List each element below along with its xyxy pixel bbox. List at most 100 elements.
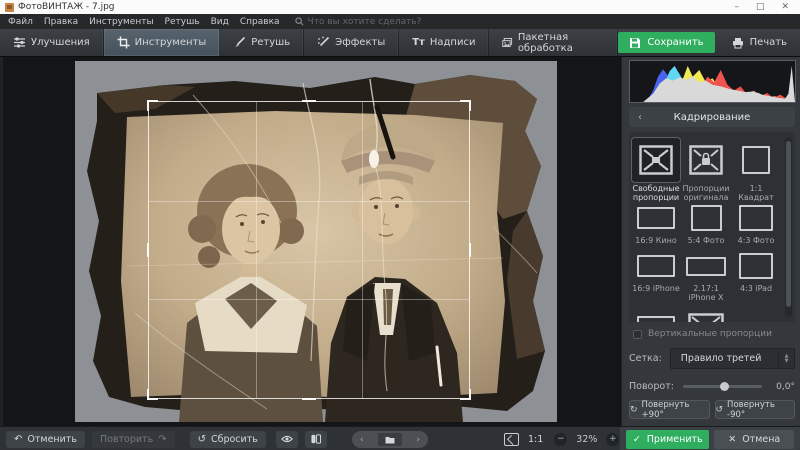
rotate-ccw-label: Повернуть -90° (727, 400, 794, 420)
crop-handle-top[interactable] (302, 100, 316, 102)
redo-icon: ↷ (158, 434, 166, 445)
prev-photo-button[interactable]: ‹ (360, 435, 364, 445)
reset-button[interactable]: ↺ Сбросить (190, 431, 266, 448)
crop-handle-bottom-right[interactable] (460, 389, 471, 400)
crop-handle-top-left[interactable] (147, 100, 158, 111)
undo-icon: ↶ (14, 434, 22, 445)
zoom-controls: 1:1 − 32% + (504, 431, 619, 448)
zoom-level: 32% (576, 434, 597, 445)
grid-type-value: Правило третей (671, 353, 778, 364)
tab-label: Улучшения (31, 37, 90, 48)
ratio-4-3-icon (739, 205, 773, 231)
zoom-in-button[interactable]: + (606, 433, 619, 446)
rotate-cw-icon: ↻ (630, 405, 638, 415)
crop-preset-free[interactable]: Свободные пропорции (631, 138, 681, 202)
presets-scrollbar[interactable] (785, 137, 792, 317)
undo-button[interactable]: ↶ Отменить (6, 431, 85, 448)
apply-label: Применить (647, 434, 703, 445)
add-proportions-icon (688, 313, 724, 322)
grid-line-horizontal (149, 299, 469, 300)
ratio-16-9-icon (637, 207, 675, 229)
zoom-out-button[interactable]: − (554, 433, 567, 446)
tab-enhancements[interactable]: Улучшения (0, 29, 104, 56)
redo-button[interactable]: Повторить ↷ (92, 431, 175, 448)
menu-tools[interactable]: Инструменты (89, 17, 153, 27)
crop-handle-right[interactable] (469, 243, 471, 257)
grid-type-select[interactable]: Правило третей ▲ ▼ (670, 348, 795, 369)
rotate-cw-label: Повернуть +90° (642, 400, 709, 420)
crop-handle-top-right[interactable] (460, 100, 471, 111)
next-photo-button[interactable]: › (416, 435, 420, 445)
grid-line-vertical (256, 102, 257, 398)
actual-size-button[interactable]: 1:1 (528, 434, 543, 445)
fit-to-screen-button[interactable] (504, 433, 519, 446)
crop-preset-add-custom[interactable] (681, 312, 731, 322)
crop-preset-square[interactable]: 1:1 Квадрат (731, 138, 781, 202)
rotation-slider[interactable] (683, 382, 762, 391)
crop-preset-16-9-iphone[interactable]: 16:9 iPhone (631, 250, 681, 312)
rotate-ccw-button[interactable]: ↺ Повернуть -90° (715, 400, 796, 419)
rotate-cw-button[interactable]: ↻ Повернуть +90° (629, 400, 710, 419)
crop-preset-5-4-photo[interactable]: 5:4 Фото (681, 202, 731, 250)
crop-preset-16-9-cinema[interactable]: 16:9 Кино (631, 202, 681, 250)
cancel-button[interactable]: ✕ Отмена (714, 430, 794, 449)
rotation-value: 0,0° (771, 382, 795, 392)
tab-effects[interactable]: Эффекты (304, 29, 399, 56)
crop-preset-original[interactable]: Пропорции оригинала (681, 138, 731, 202)
menu-edit[interactable]: Правка (44, 17, 78, 27)
ratio-5-4-icon (691, 205, 722, 231)
open-folder-button[interactable] (378, 433, 402, 446)
menu-help[interactable]: Справка (240, 17, 280, 27)
tab-label: Инструменты (135, 37, 207, 48)
close-button[interactable]: ✕ (781, 0, 789, 14)
menu-view[interactable]: Вид (211, 17, 229, 27)
save-icon (629, 37, 641, 49)
crop-preset-ipad[interactable]: 4:3 iPad (731, 250, 781, 312)
preview-original-button[interactable] (276, 431, 298, 448)
free-proportions-icon (639, 145, 673, 175)
reset-label: Сбросить (211, 434, 258, 445)
print-label: Печать (750, 37, 787, 48)
vertical-proportions-checkbox[interactable] (633, 330, 642, 339)
tab-tools[interactable]: Инструменты (104, 29, 221, 56)
scrollbar-thumb[interactable] (786, 141, 791, 307)
printer-icon (732, 37, 744, 49)
window-title: ФотоВИНТАЖ - 7.jpg (18, 2, 734, 12)
tab-retouch[interactable]: Ретушь (220, 29, 304, 56)
menu-file[interactable]: Файл (8, 17, 33, 27)
titlebar: ФотоВИНТАЖ - 7.jpg – □ ✕ (0, 0, 800, 14)
tab-captions[interactable]: Tт Надписи (399, 29, 489, 56)
magic-wand-icon (317, 36, 330, 49)
crop-preset-4-3-photo[interactable]: 4:3 Фото (731, 202, 781, 250)
search-input[interactable] (308, 17, 468, 27)
crop-handle-bottom-left[interactable] (147, 389, 158, 400)
ratio-4-3-icon (739, 253, 773, 279)
print-button[interactable]: Печать (723, 32, 796, 53)
select-spinner[interactable]: ▲ ▼ (778, 349, 794, 368)
cross-icon: ✕ (728, 434, 736, 445)
crop-preset-iphone-x[interactable]: 2.17:1 iPhone X (681, 250, 731, 312)
eye-icon (281, 434, 293, 444)
preset-label: Свободные пропорции (631, 184, 681, 202)
apply-cancel-bar: ✓ Применить ✕ Отмена (620, 427, 800, 450)
rotate-ccw-icon: ↺ (716, 405, 724, 415)
crop-preset-partial[interactable] (631, 312, 681, 322)
before-after-button[interactable] (305, 431, 327, 448)
reset-icon: ↺ (198, 434, 206, 445)
save-button[interactable]: Сохранить (618, 32, 714, 53)
crop-handle-left[interactable] (147, 243, 149, 257)
app-icon (5, 3, 14, 12)
apply-button[interactable]: ✓ Применить (626, 430, 709, 449)
crop-frame[interactable] (148, 101, 470, 399)
minimize-button[interactable]: – (734, 0, 739, 14)
slider-thumb[interactable] (720, 382, 729, 391)
photo-canvas[interactable] (0, 57, 621, 426)
maximize-button[interactable]: □ (756, 0, 765, 14)
toolbar-tabs: Улучшения Инструменты Ретушь Эффекты Tт … (0, 29, 800, 57)
back-icon[interactable]: ‹ (629, 112, 651, 123)
menu-retouch[interactable]: Ретушь (165, 17, 200, 27)
file-navigator: ‹ › (352, 431, 428, 448)
crop-handle-bottom[interactable] (302, 398, 316, 400)
search-icon (295, 17, 304, 26)
tab-batch[interactable]: Пакетная обработка (489, 29, 618, 56)
